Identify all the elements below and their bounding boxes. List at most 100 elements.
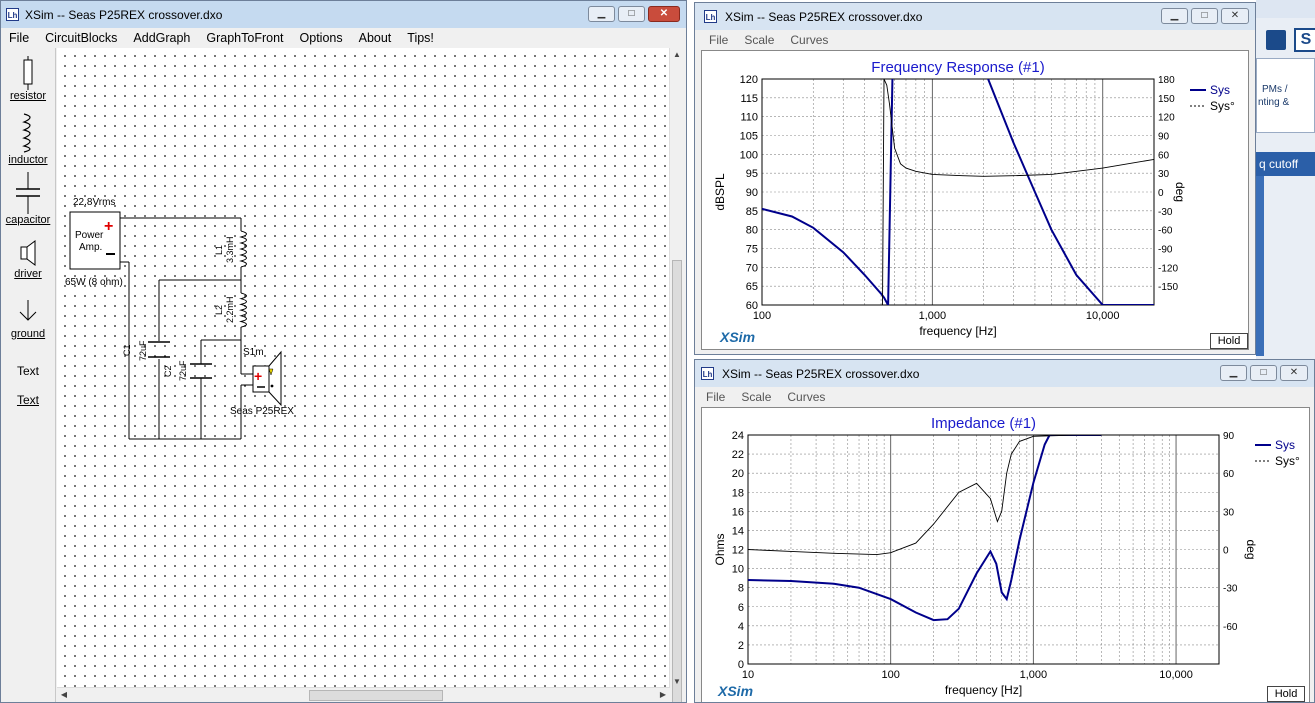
tool-ground[interactable]: ground: [1, 298, 55, 340]
hold-button[interactable]: Hold: [1267, 686, 1305, 702]
toolbox: resistor inductor capacitor driver groun…: [1, 48, 56, 702]
y2-tick-label: -60: [1158, 226, 1173, 237]
menu-file[interactable]: File: [1, 31, 37, 45]
tool-resistor[interactable]: resistor: [1, 56, 55, 102]
hold-button[interactable]: Hold: [1210, 333, 1248, 349]
amp-voltage-label: 22.8Vrms: [73, 197, 115, 208]
text-link-label[interactable]: Text: [1, 393, 55, 407]
background-app-icon-chart[interactable]: [1266, 30, 1286, 50]
x-axis-label: frequency [Hz]: [945, 683, 1022, 697]
tool-ground-label[interactable]: ground: [1, 328, 55, 340]
L2-name: L2: [214, 305, 224, 315]
menu-curves[interactable]: Curves: [782, 33, 836, 47]
tool-inductor-label[interactable]: inductor: [1, 154, 55, 166]
inductor-L1[interactable]: [239, 230, 247, 268]
tool-inductor[interactable]: inductor: [1, 112, 55, 166]
C1-name: C1: [122, 344, 132, 356]
inductor-icon: [22, 113, 31, 153]
minimize-button[interactable]: ▁: [1161, 8, 1188, 24]
xsim-logo-icon: Lh: [6, 8, 19, 21]
freq-title: XSim -- Seas P25REX crossover.dxo: [725, 10, 923, 24]
y-tick-label: 14: [732, 525, 744, 537]
tool-capacitor[interactable]: capacitor: [1, 172, 55, 226]
tool-driver-label[interactable]: driver: [1, 268, 55, 280]
x-tick-label: 100: [753, 310, 771, 322]
scroll-down-arrow-icon[interactable]: ▼: [670, 675, 684, 689]
scroll-left-arrow-icon[interactable]: ◀: [57, 688, 71, 702]
y2-tick-label: -90: [1158, 245, 1173, 256]
freq-graph-area: 60 65 70 75 80 85 90 95 100 105 110 115 120 -150 -120 -…: [701, 50, 1249, 350]
y-tick-label: 75: [746, 244, 758, 256]
capacitor-C2[interactable]: [190, 363, 212, 379]
menu-addgraph[interactable]: AddGraph: [125, 31, 198, 45]
inductor-L2[interactable]: [239, 292, 247, 328]
y-tick-label: 4: [738, 621, 744, 633]
maximize-button[interactable]: □: [1191, 8, 1218, 24]
main-titlebar[interactable]: Lh XSim -- Seas P25REX crossover.dxo ▁ □…: [1, 1, 686, 28]
menu-scale[interactable]: Scale: [733, 390, 779, 404]
menu-scale[interactable]: Scale: [736, 33, 782, 47]
legend-label: Sys°: [1210, 99, 1235, 113]
menu-about[interactable]: About: [351, 31, 400, 45]
y-tick-label: 22: [732, 449, 744, 461]
driver-S1m[interactable]: +: [252, 350, 282, 407]
y-tick-label: 105: [740, 131, 758, 143]
L2-value: 2.2mH: [225, 296, 235, 323]
y2-tick-label: 0: [1223, 546, 1229, 557]
background-app-icon-s[interactable]: S: [1294, 28, 1315, 52]
menu-file[interactable]: File: [698, 390, 733, 404]
horizontal-scroll-thumb[interactable]: [309, 690, 443, 701]
close-button[interactable]: ✕: [1221, 8, 1249, 24]
resistor-icon: [23, 56, 33, 90]
maximize-button[interactable]: □: [1250, 365, 1277, 381]
ground-icon: [19, 300, 37, 321]
x-tick-label: 10,000: [1159, 669, 1193, 681]
chart-title: Impedance (#1): [931, 415, 1036, 432]
background-app-sidebar: [1256, 176, 1264, 356]
y-tick-label: 100: [740, 149, 758, 161]
C2-value: 72uF: [178, 360, 188, 381]
tool-text[interactable]: Text: [1, 364, 55, 378]
series-line-0: [748, 435, 1102, 622]
menu-options[interactable]: Options: [292, 31, 351, 45]
frequency-response-chart: 60 65 70 75 80 85 90 95 100 105 110 115 120 -150 -120 -…: [713, 59, 1235, 345]
menu-curves[interactable]: Curves: [779, 390, 833, 404]
x-tick-label: 1,000: [1020, 669, 1048, 681]
y2-axis-label: deg: [1173, 182, 1187, 202]
schematic-canvas[interactable]: 22.8Vrms Power Amp. + 65W (8 ohm) L1 3.3…: [57, 48, 681, 689]
y2-tick-label: -60: [1223, 622, 1238, 633]
legend-label: Sys: [1210, 83, 1230, 97]
close-button[interactable]: ✕: [648, 6, 680, 22]
maximize-button[interactable]: □: [618, 6, 645, 22]
vertical-scroll-thumb[interactable]: [672, 260, 682, 702]
horizontal-scrollbar[interactable]: ◀ ▶: [57, 687, 670, 702]
minimize-button[interactable]: ▁: [588, 6, 615, 22]
minimize-button[interactable]: ▁: [1220, 365, 1247, 381]
freq-titlebar[interactable]: Lh XSim -- Seas P25REX crossover.dxo ▁ □…: [695, 3, 1255, 30]
vertical-scrollbar[interactable]: ▲ ▼: [669, 48, 684, 702]
L1-name: L1: [214, 245, 224, 255]
background-app-cutoff-button[interactable]: q cutoff: [1256, 152, 1315, 176]
background-app-text2: nting &: [1258, 97, 1290, 108]
tool-capacitor-label[interactable]: capacitor: [1, 214, 55, 226]
menu-circuitblocks[interactable]: CircuitBlocks: [37, 31, 125, 45]
scroll-right-arrow-icon[interactable]: ▶: [656, 688, 670, 702]
capacitor-C1[interactable]: [148, 341, 170, 358]
series-line-1: [748, 435, 1102, 556]
scroll-up-arrow-icon[interactable]: ▲: [670, 48, 684, 62]
background-app-text1: PMs /: [1262, 84, 1288, 95]
menu-file[interactable]: File: [701, 33, 736, 47]
menu-graphtofront[interactable]: GraphToFront: [198, 31, 291, 45]
tool-resistor-label[interactable]: resistor: [1, 90, 55, 102]
tool-text-link[interactable]: Text: [1, 393, 55, 407]
text-icon: Text: [16, 364, 39, 378]
xsim-logo-icon: Lh: [701, 367, 714, 380]
amp-power-label: 65W (8 ohm): [65, 277, 123, 288]
menu-tips[interactable]: Tips!: [399, 31, 442, 45]
tool-driver[interactable]: driver: [1, 238, 55, 280]
y-tick-label: 115: [740, 93, 758, 105]
close-button[interactable]: ✕: [1280, 365, 1308, 381]
imp-menubar: File Scale Curves: [695, 387, 1314, 407]
imp-titlebar[interactable]: Lh XSim -- Seas P25REX crossover.dxo ▁ □…: [695, 360, 1314, 387]
y-tick-label: 110: [740, 112, 758, 124]
